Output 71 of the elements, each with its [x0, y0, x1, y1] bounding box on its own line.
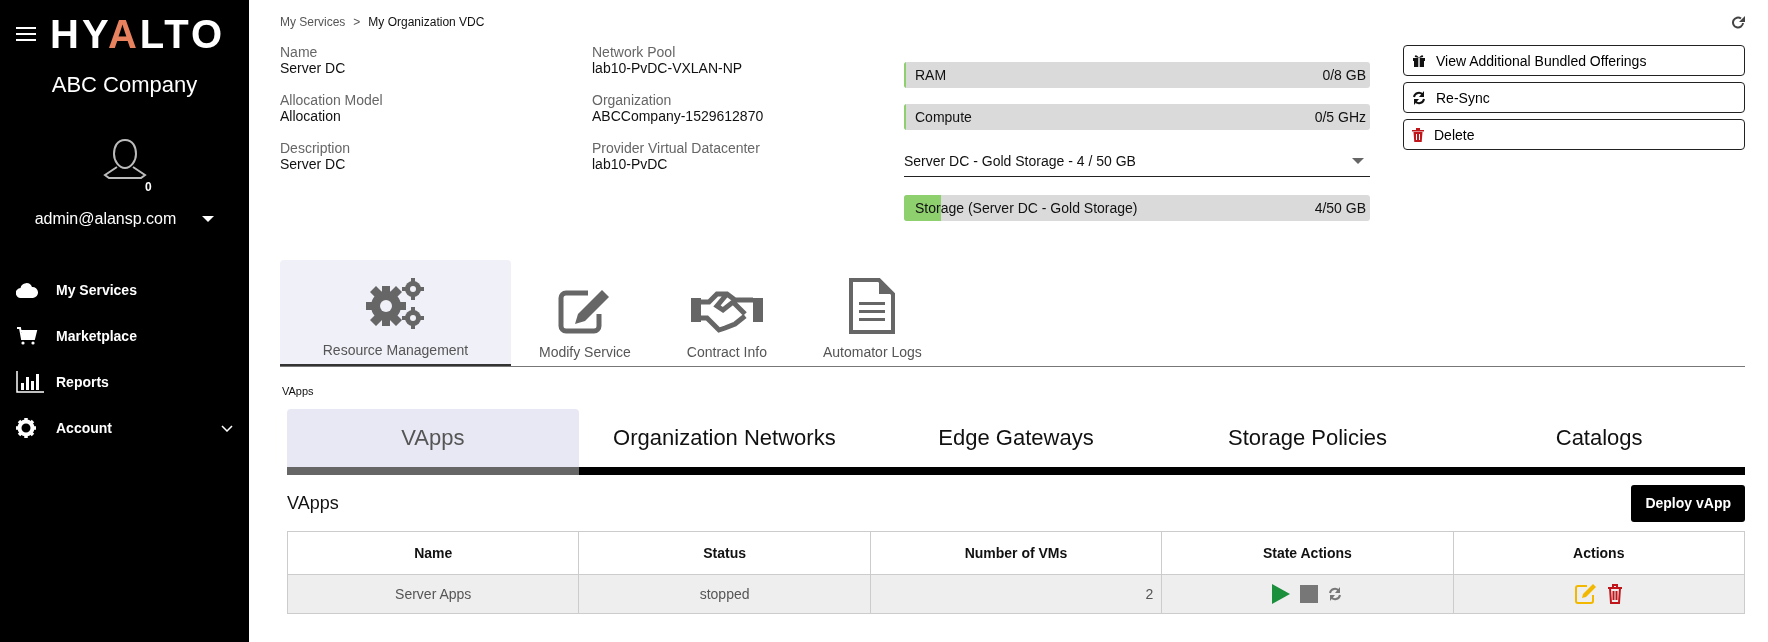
logo: HYALTO	[50, 14, 226, 54]
resource-tab[interactable]: VApps	[287, 409, 579, 475]
notification-count: 0	[145, 180, 152, 194]
column-header: Actions	[1453, 531, 1745, 575]
column-header: Status	[578, 531, 871, 575]
field-label: Provider Virtual Datacenter	[592, 140, 761, 156]
action-button[interactable]: Delete	[1403, 119, 1745, 150]
field-label: Network Pool	[592, 44, 677, 60]
table-cell: Server Apps	[287, 574, 579, 614]
breadcrumb-item: My Organization VDC	[368, 15, 485, 29]
section-label: VApps	[282, 385, 315, 397]
field-label: Name	[280, 44, 319, 60]
user-avatar-icon[interactable]	[102, 138, 147, 182]
edit-icon	[557, 288, 612, 334]
stop-icon[interactable]	[1300, 585, 1319, 603]
field-label: Description	[280, 140, 352, 156]
cloud-icon	[16, 282, 38, 298]
action-button[interactable]: View Additional Bundled Offerings	[1403, 45, 1745, 76]
meter-reading: 0/8 GB	[1322, 67, 1366, 83]
gears-icon	[365, 278, 426, 332]
field-value: lab10-PvDC-VXLAN-NP	[592, 60, 744, 76]
column-header: Number of VMs	[870, 531, 1162, 575]
handshake-icon	[690, 290, 763, 334]
caret-icon[interactable]	[202, 216, 215, 222]
field-label: Organization	[592, 92, 673, 108]
company-name: ABC Company	[50, 72, 199, 98]
sidebar-item[interactable]: Account	[16, 416, 233, 440]
storage-dropdown[interactable]: Server DC - Gold Storage - 4 / 50 GB	[904, 146, 1370, 177]
meter-label: Compute	[915, 109, 972, 125]
field-label: Allocation Model	[280, 92, 384, 108]
menu-icon[interactable]	[16, 26, 36, 42]
settings-icon	[16, 418, 36, 438]
field-value: Server DC	[280, 60, 347, 76]
trash-icon[interactable]	[1606, 584, 1623, 604]
sync-icon	[1412, 90, 1426, 105]
field-value: ABCCompany-1529612870	[592, 108, 765, 124]
action-button[interactable]: Re-Sync	[1403, 82, 1745, 113]
user-email[interactable]: admin@alansp.com	[34, 210, 177, 228]
table-title: VApps	[287, 492, 339, 514]
sidebar-item[interactable]: My Services	[16, 278, 233, 302]
bar-chart-icon	[16, 371, 44, 393]
meter-reading: 0/5 GHz	[1314, 109, 1366, 125]
breadcrumb-item[interactable]: My Services	[280, 15, 346, 29]
resource-tab[interactable]: Organization Networks	[578, 409, 871, 475]
cart-icon	[16, 326, 38, 346]
trash-icon	[1412, 127, 1424, 142]
meter-reading: 4/50 GB	[1314, 200, 1366, 216]
service-tab[interactable]: Modify Service	[511, 260, 659, 366]
field-value: Server DC	[280, 156, 347, 172]
table-cell: stopped	[578, 574, 871, 614]
refresh-icon[interactable]	[1732, 15, 1745, 29]
deploy-button[interactable]: Deploy vApp	[1631, 484, 1745, 522]
document-icon	[849, 278, 896, 334]
column-header: Name	[287, 531, 579, 575]
service-tab[interactable]: Contract Info	[658, 260, 795, 366]
service-tab[interactable]: Resource Management	[280, 260, 511, 366]
resource-tab[interactable]: Storage Policies	[1161, 409, 1454, 475]
field-value: lab10-PvDC	[592, 156, 669, 172]
resource-tab[interactable]: Catalogs	[1453, 409, 1745, 475]
sidebar-item[interactable]: Reports	[16, 370, 233, 394]
field-value: Allocation	[280, 108, 342, 124]
service-tab[interactable]: Automator Logs	[794, 260, 950, 366]
breadcrumb-separator: >	[353, 15, 361, 29]
meter-label: RAM	[915, 67, 947, 83]
play-icon[interactable]	[1272, 584, 1291, 604]
sync-icon	[1328, 587, 1343, 601]
gift-icon	[1412, 54, 1426, 67]
table-cell: 2	[870, 574, 1162, 614]
column-header: State Actions	[1161, 531, 1454, 575]
sidebar-item[interactable]: Marketplace	[16, 324, 233, 348]
resource-tab[interactable]: Edge Gateways	[870, 409, 1162, 475]
